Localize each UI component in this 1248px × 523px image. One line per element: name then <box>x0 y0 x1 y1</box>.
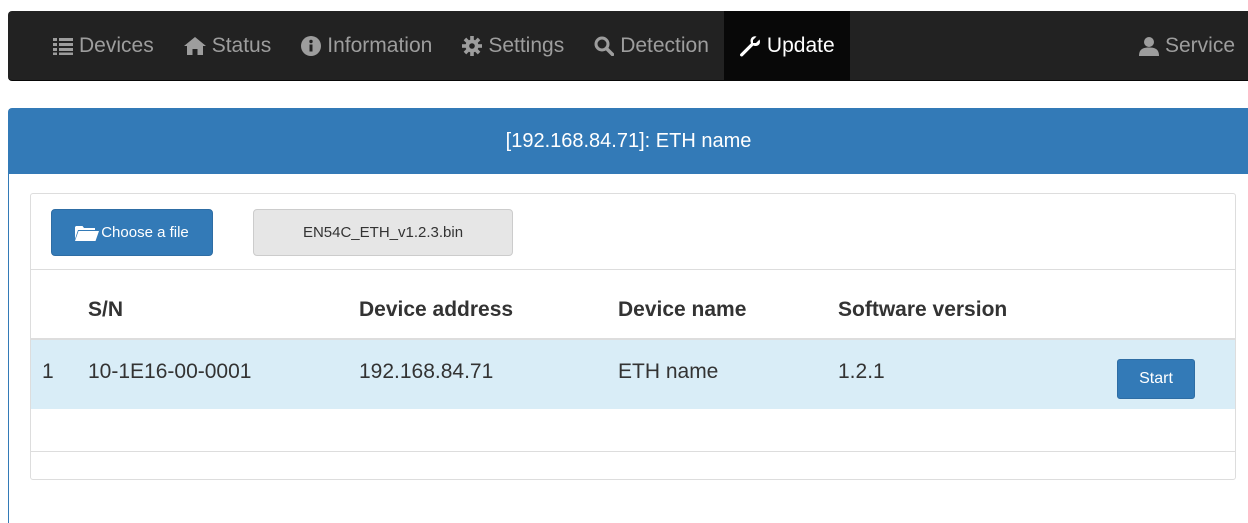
empty-table-row <box>31 451 1235 493</box>
top-navbar: Devices Status Information Settings Dete <box>8 11 1248 81</box>
navbar-spacer <box>850 11 1124 80</box>
info-icon <box>301 36 322 56</box>
panel-title: [192.168.84.71]: ETH name <box>505 130 752 152</box>
list-icon <box>53 37 73 55</box>
nav-settings-label: Settings <box>488 34 565 57</box>
nav-service-label: Service <box>1164 34 1235 57</box>
nav-information-label: Information <box>327 34 433 57</box>
row-index: 1 <box>42 360 54 383</box>
file-selector-row: Choose a file EN54C_ETH_v1.2.3.bin <box>31 194 1235 270</box>
row-sn: 10-1E16-00-0001 <box>88 360 252 383</box>
row-software-version: 1.2.1 <box>838 360 885 383</box>
nav-detection[interactable]: Detection <box>579 11 724 81</box>
gear-icon <box>462 36 483 56</box>
nav-update-label: Update <box>766 34 835 57</box>
user-icon <box>1138 36 1159 56</box>
table-row: 1 10-1E16-00-0001 192.168.84.71 ETH name… <box>31 340 1235 409</box>
panel-heading: [192.168.84.71]: ETH name <box>9 109 1248 174</box>
selected-file-label: EN54C_ETH_v1.2.3.bin <box>302 224 464 241</box>
column-header-device-name: Device name <box>618 298 747 321</box>
empty-table-row <box>31 409 1235 451</box>
nav-settings[interactable]: Settings <box>447 11 579 81</box>
nav-devices[interactable]: Devices <box>38 11 169 81</box>
search-icon <box>594 36 615 56</box>
nav-detection-label: Detection <box>620 34 709 57</box>
start-button-label: Start <box>1139 370 1173 387</box>
selected-file-name[interactable]: EN54C_ETH_v1.2.3.bin <box>253 209 513 256</box>
column-header-device-address: Device address <box>359 298 514 321</box>
row-device-name: ETH name <box>618 360 719 383</box>
choose-file-button[interactable]: Choose a file <box>51 209 213 256</box>
nav-status[interactable]: Status <box>169 11 287 81</box>
home-icon <box>183 37 206 55</box>
table-header: S/N Device address Device name Software … <box>31 270 1235 340</box>
nav-service[interactable]: Service <box>1124 11 1248 81</box>
row-device-address: 192.168.84.71 <box>359 360 494 383</box>
choose-file-label: Choose a file <box>101 224 189 241</box>
update-content: Choose a file EN54C_ETH_v1.2.3.bin S/N D… <box>30 193 1236 480</box>
start-update-button[interactable]: Start <box>1117 359 1195 399</box>
column-header-sn: S/N <box>88 298 124 321</box>
folder-open-icon <box>75 225 101 241</box>
nav-devices-label: Devices <box>79 34 154 57</box>
nav-update[interactable]: Update <box>723 11 850 81</box>
wrench-icon <box>739 35 761 57</box>
nav-status-label: Status <box>211 34 272 57</box>
column-header-software-version: Software version <box>838 298 1008 321</box>
nav-information[interactable]: Information <box>286 11 447 81</box>
